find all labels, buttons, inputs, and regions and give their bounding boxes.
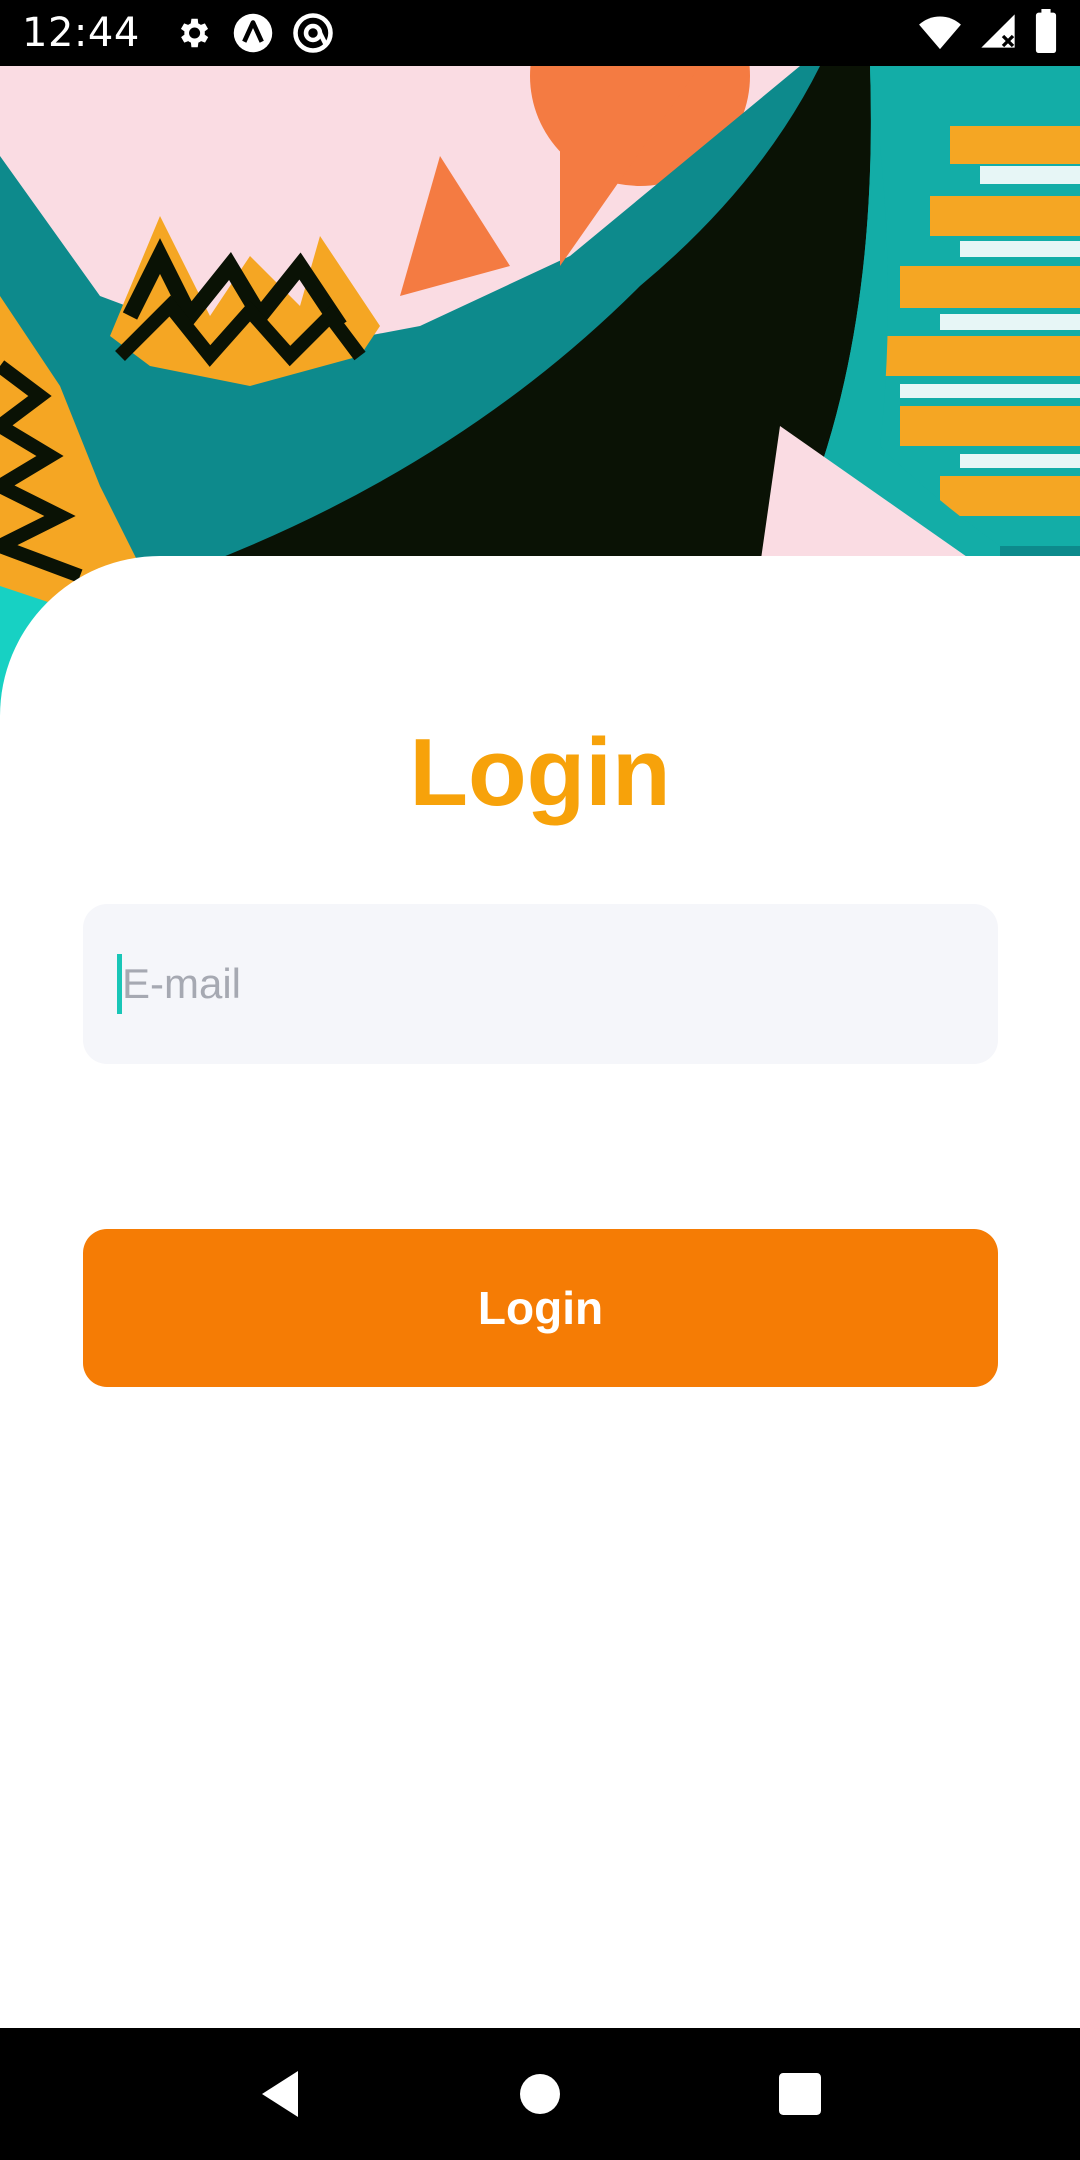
navigation-bar xyxy=(0,2028,1080,2160)
app-at-icon xyxy=(290,10,336,56)
settings-gear-icon xyxy=(170,10,216,56)
status-right-icons xyxy=(918,0,1058,66)
wifi-icon xyxy=(918,11,962,56)
page-title: Login xyxy=(409,719,671,826)
home-icon[interactable] xyxy=(500,2054,580,2134)
status-time: 12:44 xyxy=(22,10,140,56)
signal-icon xyxy=(978,11,1018,56)
email-field[interactable] xyxy=(83,904,998,1064)
back-icon[interactable] xyxy=(240,2054,320,2134)
status-bar: 12:44 xyxy=(0,0,1080,66)
battery-icon xyxy=(1034,8,1058,58)
recents-icon[interactable] xyxy=(760,2054,840,2134)
login-button[interactable]: Login xyxy=(83,1229,998,1387)
app-a-icon xyxy=(230,10,276,56)
email-input[interactable] xyxy=(122,904,962,1064)
